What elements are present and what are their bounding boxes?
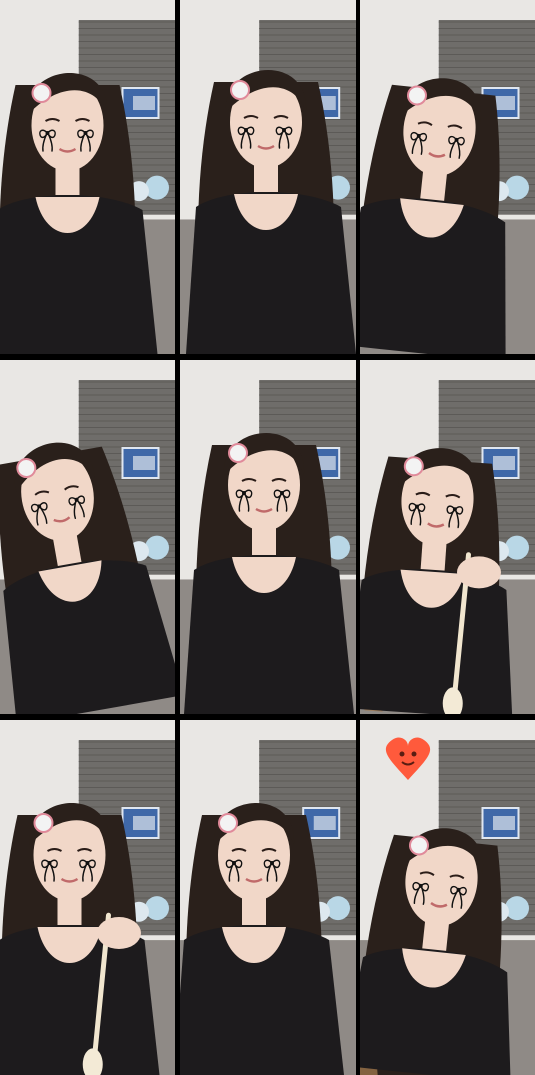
- photo-tile-4: [0, 360, 175, 714]
- photo-tile-2: [180, 0, 356, 354]
- photo-tile-6: [360, 360, 535, 714]
- photo-tile-7: [0, 720, 175, 1075]
- photo-collage-grid: [0, 0, 535, 1075]
- photo-tile-3: [360, 0, 535, 354]
- photo-tile-8: [180, 720, 356, 1075]
- photo-tile-1: [0, 0, 175, 354]
- photo-tile-5: [180, 360, 356, 714]
- photo-tile-9: [360, 720, 535, 1075]
